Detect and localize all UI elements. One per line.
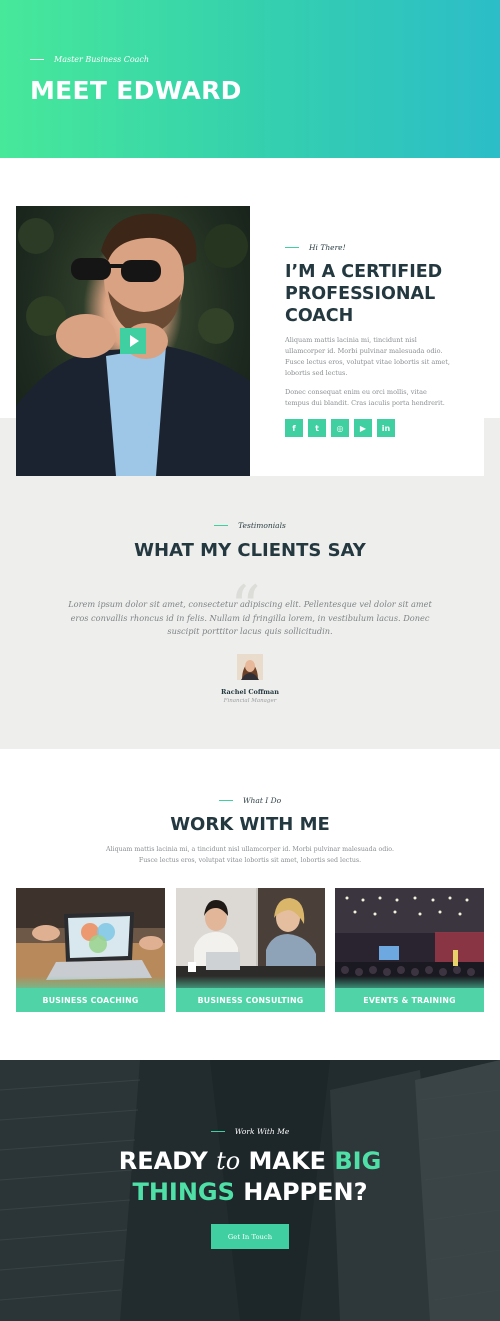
kicker-line <box>30 59 44 60</box>
card-label: EVENTS & TRAINING <box>335 988 484 1012</box>
about-title: I’M A CERTIFIED PROFESSIONAL COACH <box>285 261 450 327</box>
consulting-image <box>176 888 325 988</box>
reviewer-role: Financial Manager <box>223 698 277 704</box>
about-paragraph-2: Donec consequat enim eu orci mollis, vit… <box>285 388 445 407</box>
cta-kicker: Work With Me <box>0 1127 500 1136</box>
testimonials-kicker-text: Testimonials <box>238 521 286 530</box>
instagram-icon[interactable]: ◎ <box>331 419 349 437</box>
coaching-image <box>16 888 165 988</box>
cta-word: READY <box>118 1147 208 1175</box>
cta-kicker-text: Work With Me <box>234 1127 290 1136</box>
kicker-line <box>218 800 233 801</box>
cta-title: READY to MAKE BIG THINGS HAPPEN? <box>0 1146 500 1208</box>
service-card-coaching[interactable]: BUSINESS COACHING <box>16 888 165 1012</box>
get-in-touch-button[interactable]: Get In Touch <box>211 1224 289 1249</box>
service-card-events[interactable]: EVENTS & TRAINING <box>335 888 484 1012</box>
card-label: BUSINESS COACHING <box>16 988 165 1012</box>
work-kicker-text: What I Do <box>242 796 282 805</box>
about-title-line: COACH <box>285 306 354 326</box>
about-section: Hi There! I’M A CERTIFIED PROFESSIONAL C… <box>285 243 450 409</box>
about-kicker-text: Hi There! <box>309 243 346 252</box>
hero-kicker: Master Business Coach <box>30 55 149 64</box>
reviewer-name: Rachel Coffman <box>221 688 279 696</box>
kicker-line <box>285 247 299 248</box>
cta-word: HAPPEN? <box>243 1178 368 1206</box>
twitter-icon[interactable]: t <box>308 419 326 437</box>
cta-word: MAKE <box>248 1147 326 1175</box>
work-title: WORK WITH ME <box>170 814 330 835</box>
testimonial-quote: Lorem ipsum dolor sit amet, consectetur … <box>68 599 432 636</box>
avatar <box>237 654 263 680</box>
work-description: Aliquam mattis lacinia mi, a tincidunt n… <box>100 844 400 866</box>
about-title-line: I’M A CERTIFIED <box>285 262 443 282</box>
testimonials-title: WHAT MY CLIENTS SAY <box>134 540 366 561</box>
testimonials-kicker: Testimonials <box>0 521 500 530</box>
hero-banner: Master Business Coach MEET EDWARD <box>0 0 500 158</box>
events-image <box>335 888 484 988</box>
card-fade <box>335 976 484 988</box>
service-card-consulting[interactable]: BUSINESS CONSULTING <box>176 888 325 1012</box>
linkedin-icon[interactable]: in <box>377 419 395 437</box>
facebook-icon[interactable]: f <box>285 419 303 437</box>
play-video-button[interactable] <box>120 328 146 354</box>
play-icon <box>129 335 139 347</box>
about-paragraph-1: Aliquam mattis lacinia mi, tincidunt nis… <box>285 336 450 377</box>
card-fade <box>16 976 165 988</box>
kicker-line <box>210 1131 225 1132</box>
cta-word: to <box>216 1147 241 1175</box>
card-fade <box>176 976 325 988</box>
work-kicker: What I Do <box>0 796 500 805</box>
about-kicker: Hi There! <box>285 243 450 252</box>
cta-accent-word: BIG <box>334 1147 382 1175</box>
hero-kicker-text: Master Business Coach <box>54 55 150 64</box>
cta-accent-word: THINGS <box>132 1178 235 1206</box>
kicker-line <box>214 525 229 526</box>
work-description-line: Fusce lectus eros, volutpat vitae lobort… <box>138 857 362 864</box>
hero-title: MEET EDWARD <box>30 76 242 105</box>
social-links: f t ◎ ▶ in <box>285 419 400 437</box>
about-title-line: PROFESSIONAL <box>285 284 436 304</box>
card-label: BUSINESS CONSULTING <box>176 988 325 1012</box>
youtube-icon[interactable]: ▶ <box>354 419 372 437</box>
work-description-line: Aliquam mattis lacinia mi, a tincidunt n… <box>106 846 394 853</box>
